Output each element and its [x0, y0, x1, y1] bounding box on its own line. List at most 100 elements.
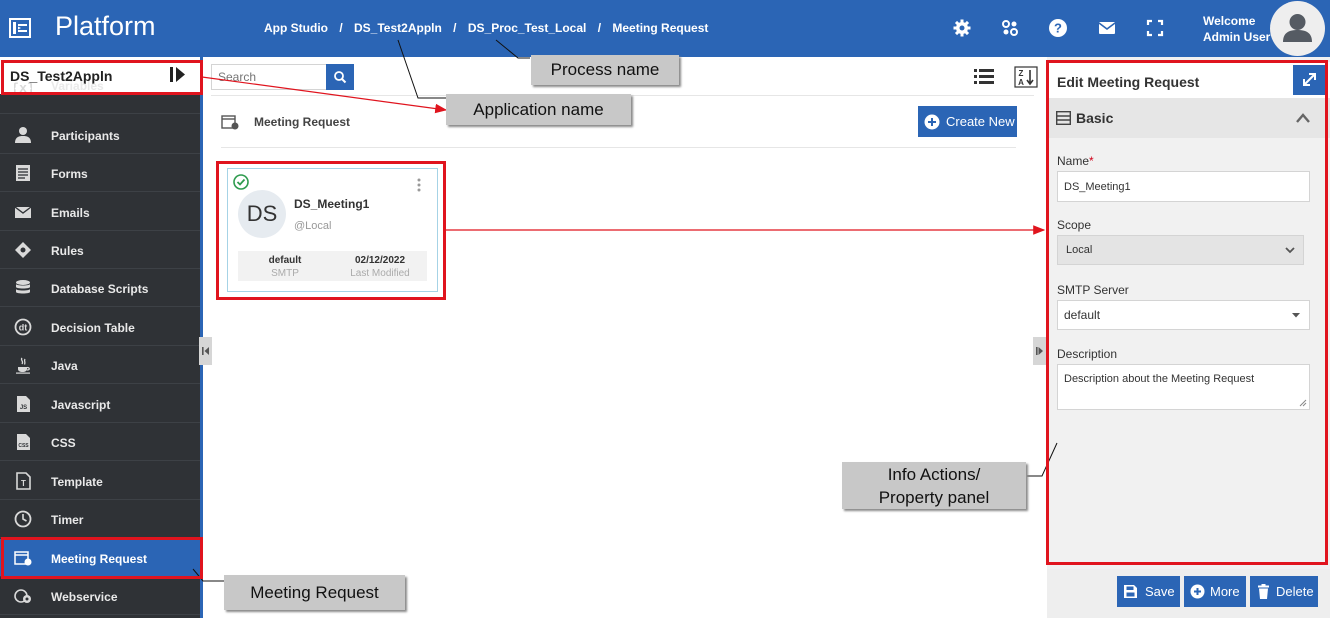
- highlight-meeting-card: [216, 161, 446, 300]
- svg-text:?: ?: [1054, 21, 1062, 36]
- breadcrumb: App Studio / DS_Test2Appln / DS_Proc_Tes…: [264, 21, 708, 35]
- javascript-icon: JS: [17, 396, 30, 412]
- sidebar-item-label: Rules: [51, 244, 84, 258]
- plus-circle-icon: [924, 114, 940, 130]
- property-panel-actions: Save More Delete: [1047, 569, 1330, 618]
- sidebar-item-javascript[interactable]: JS Javascript: [0, 385, 200, 423]
- callout-process-name: Process name: [531, 55, 679, 85]
- right-panel-handle[interactable]: [1033, 337, 1046, 365]
- sidebar-item-java[interactable]: Java: [0, 346, 200, 384]
- css-icon: CSS: [17, 434, 30, 450]
- save-label: Save: [1145, 584, 1175, 599]
- more-button[interactable]: More: [1184, 576, 1246, 607]
- search-input[interactable]: [211, 64, 327, 90]
- breadcrumb-separator: /: [597, 21, 602, 35]
- fullscreen-icon[interactable]: [1145, 18, 1165, 38]
- callout-application-name: Application name: [446, 94, 631, 125]
- breadcrumb-separator: /: [339, 21, 343, 35]
- sidebar-item-label: CSS: [51, 436, 76, 450]
- email-icon: [14, 206, 32, 218]
- callout-info-actions-line2: Property panel: [878, 488, 990, 507]
- svg-text:A: A: [1018, 78, 1024, 87]
- sidebar-item-label: Database Scripts: [51, 282, 149, 296]
- breadcrumb-application[interactable]: DS_Test2Appln: [354, 21, 442, 35]
- callout-info-actions-line1: Info Actions/: [887, 465, 981, 484]
- create-new-label: Create New: [946, 114, 1015, 129]
- highlight-application-name: [1, 60, 203, 95]
- user-avatar-icon: [1283, 14, 1312, 42]
- breadcrumb-current: Meeting Request: [612, 21, 709, 35]
- sidebar-item-decision-table[interactable]: dt Decision Table: [0, 308, 200, 346]
- decision-table-icon: dt: [14, 318, 32, 336]
- list-view-icon[interactable]: [972, 66, 996, 88]
- sidebar-item-label: Decision Table: [51, 321, 135, 335]
- brand-name: Platform: [55, 11, 156, 41]
- participants-icon: [15, 127, 31, 143]
- callout-meeting-request: Meeting Request: [224, 575, 405, 610]
- menu-toggle-icon[interactable]: [9, 17, 31, 39]
- sidebar-item-label: Timer: [51, 513, 84, 527]
- section-title: Meeting Request: [254, 115, 351, 129]
- sidebar-item-css[interactable]: CSS CSS: [0, 423, 200, 461]
- java-icon: [16, 357, 30, 374]
- forms-icon: [16, 165, 30, 181]
- plus-circle-icon: [1190, 584, 1205, 599]
- sidebar-item-template[interactable]: T Template: [0, 462, 200, 500]
- breadcrumb-separator: /: [453, 21, 457, 35]
- avatar[interactable]: [1270, 1, 1325, 56]
- sidebar-item-label: Java: [51, 359, 78, 373]
- sidebar-item-participants[interactable]: Participants: [0, 116, 200, 154]
- welcome-text: Welcome Admin User: [1203, 13, 1270, 45]
- apps-icon[interactable]: [1000, 18, 1020, 38]
- sidebar: DS_Test2Appln {x} Variables Participants: [0, 57, 200, 618]
- user-name: Admin User: [1203, 30, 1271, 44]
- sidebar-item-forms[interactable]: Forms: [0, 154, 200, 192]
- database-icon: [16, 280, 30, 294]
- save-button[interactable]: Save: [1117, 576, 1180, 607]
- timer-icon: [14, 510, 32, 528]
- app-root: Platform App Studio / DS_Test2Appln / DS…: [0, 0, 1330, 618]
- settings-icon[interactable]: [952, 18, 972, 38]
- sidebar-item-emails[interactable]: Emails: [0, 193, 200, 231]
- top-bar: Platform App Studio / DS_Test2Appln / DS…: [0, 0, 1330, 57]
- left-panel-handle[interactable]: [199, 337, 212, 365]
- svg-text:CSS: CSS: [18, 443, 29, 449]
- sidebar-item-label: Webservice: [51, 590, 118, 604]
- sidebar-item-label: Emails: [51, 206, 90, 220]
- breadcrumb-app-studio[interactable]: App Studio: [264, 21, 328, 35]
- save-icon: [1124, 585, 1137, 598]
- sidebar-item-label: Template: [51, 475, 103, 489]
- delete-label: Delete: [1276, 584, 1314, 599]
- sidebar-item-timer[interactable]: Timer: [0, 500, 200, 538]
- help-icon[interactable]: ?: [1048, 18, 1068, 38]
- sidebar-item-rules[interactable]: Rules: [0, 231, 200, 269]
- search-button[interactable]: [326, 64, 354, 90]
- sidebar-item-database-scripts[interactable]: Database Scripts: [0, 269, 200, 307]
- sidebar-item-webservice[interactable]: Webservice: [0, 577, 200, 615]
- create-new-button[interactable]: Create New: [918, 106, 1017, 137]
- welcome-label: Welcome: [1203, 14, 1256, 28]
- sidebar-item-label: Participants: [51, 129, 120, 143]
- highlight-meeting-request-menu: [1, 537, 203, 579]
- svg-text:T: T: [21, 479, 26, 488]
- webservice-icon: [14, 589, 31, 603]
- section-divider: [221, 147, 1016, 148]
- highlight-property-panel: [1046, 60, 1328, 565]
- callout-info-actions: Info Actions/ Property panel: [842, 462, 1026, 509]
- template-icon: T: [16, 472, 31, 490]
- rules-icon: [15, 242, 31, 258]
- delete-button[interactable]: Delete: [1250, 576, 1318, 607]
- svg-text:dt: dt: [19, 323, 28, 333]
- sort-az-icon[interactable]: Z A: [1014, 66, 1038, 88]
- sidebar-item-label: Javascript: [51, 398, 111, 412]
- mail-icon[interactable]: [1097, 18, 1117, 38]
- more-label: More: [1210, 584, 1240, 599]
- collapse-left-icon: [202, 347, 209, 355]
- trash-icon: [1258, 584, 1269, 599]
- sidebar-item-label: Forms: [51, 167, 88, 181]
- search-icon: [334, 71, 347, 84]
- breadcrumb-process[interactable]: DS_Proc_Test_Local: [468, 21, 587, 35]
- meeting-request-section-icon: [221, 115, 239, 130]
- svg-text:JS: JS: [20, 405, 27, 411]
- svg-text:Z: Z: [1019, 69, 1024, 78]
